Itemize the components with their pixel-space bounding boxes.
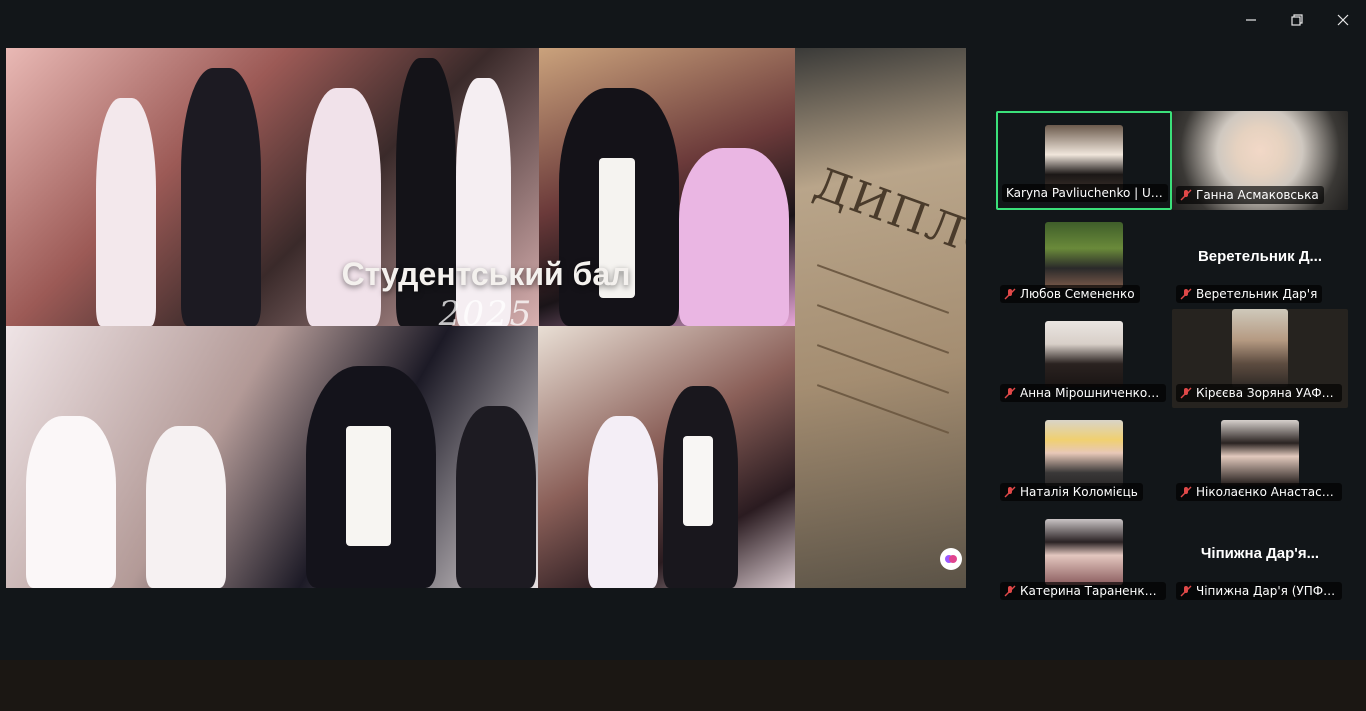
participant-name-label: Ніколаєнко Анастасія у... bbox=[1176, 483, 1342, 501]
participant-tile[interactable]: Веретельник Д... Веретельник Дар'я bbox=[1172, 210, 1348, 309]
ball-photo-pair bbox=[538, 326, 795, 588]
muted-mic-icon bbox=[1180, 585, 1192, 597]
participant-tile[interactable]: Кірєєва Зоряна УАФ-22 bbox=[1172, 309, 1348, 408]
participant-name: Наталія Коломієць bbox=[1020, 485, 1138, 499]
muted-mic-icon bbox=[1004, 387, 1016, 399]
participant-name-label: Karyna Pavliuchenko | UAF-... bbox=[1002, 184, 1168, 202]
participant-video bbox=[1221, 420, 1299, 486]
muted-mic-icon bbox=[1180, 486, 1192, 498]
participant-name: Кірєєва Зоряна УАФ-22 bbox=[1196, 386, 1337, 400]
participant-display-name: Веретельник Д... bbox=[1197, 248, 1323, 265]
participant-video bbox=[1045, 420, 1123, 486]
participant-tile[interactable]: Чіпижна Дар'я... Чіпижна Дар'я (УПФ-24) bbox=[1172, 507, 1348, 606]
participant-name-label: Катерина Тараненко У... bbox=[1000, 582, 1166, 600]
participant-name-label: Анна Мірошниченко У... bbox=[1000, 384, 1166, 402]
participant-name: Веретельник Дар'я bbox=[1196, 287, 1318, 301]
participant-video bbox=[1045, 321, 1123, 387]
brain-icon bbox=[945, 555, 957, 563]
muted-mic-icon bbox=[1180, 288, 1192, 300]
participant-name-label: Наталія Коломієць bbox=[1000, 483, 1143, 501]
participant-video bbox=[1045, 519, 1123, 585]
participant-name-label: Кірєєва Зоряна УАФ-22 bbox=[1176, 384, 1342, 402]
minimize-button[interactable] bbox=[1236, 8, 1266, 32]
participant-tile[interactable]: Анна Мірошниченко У... bbox=[996, 309, 1172, 408]
participant-name: Катерина Тараненко У... bbox=[1020, 584, 1161, 598]
participant-tile[interactable]: Любов Семененко bbox=[996, 210, 1172, 309]
participant-video bbox=[1232, 309, 1288, 387]
shared-screen[interactable]: ДИПЛОМ Студентський бал 2025 bbox=[6, 48, 966, 588]
participant-video bbox=[1045, 125, 1123, 191]
restore-button[interactable] bbox=[1282, 8, 1312, 32]
muted-mic-icon bbox=[1004, 288, 1016, 300]
close-icon bbox=[1337, 14, 1349, 26]
participant-name-label: Любов Семененко bbox=[1000, 285, 1140, 303]
participant-tile[interactable]: Катерина Тараненко У... bbox=[996, 507, 1172, 606]
participant-tile[interactable]: Ганна Асмаковська bbox=[1172, 111, 1348, 210]
participant-name: Karyna Pavliuchenko | UAF-... bbox=[1006, 186, 1163, 200]
restore-icon bbox=[1291, 14, 1303, 26]
participant-name: Любов Семененко bbox=[1020, 287, 1135, 301]
participant-name-label: Ганна Асмаковська bbox=[1176, 186, 1324, 204]
participant-name: Чіпижна Дар'я (УПФ-24) bbox=[1196, 584, 1337, 598]
participant-name: Ніколаєнко Анастасія у... bbox=[1196, 485, 1337, 499]
participant-video bbox=[1045, 222, 1123, 288]
muted-mic-icon bbox=[1004, 486, 1016, 498]
muted-mic-icon bbox=[1180, 189, 1192, 201]
participant-name-label: Веретельник Дар'я bbox=[1176, 285, 1323, 303]
window-titlebar bbox=[0, 0, 1366, 40]
participant-name: Ганна Асмаковська bbox=[1196, 188, 1319, 202]
participant-display-name: Чіпижна Дар'я... bbox=[1200, 545, 1320, 562]
minimize-icon bbox=[1246, 19, 1256, 21]
participant-tile[interactable]: Karyna Pavliuchenko | UAF-... bbox=[996, 111, 1172, 210]
muted-mic-icon bbox=[1004, 585, 1016, 597]
reaction-button[interactable] bbox=[940, 548, 962, 570]
close-button[interactable] bbox=[1328, 8, 1358, 32]
participant-name-label: Чіпижна Дар'я (УПФ-24) bbox=[1176, 582, 1342, 600]
participant-name: Анна Мірошниченко У... bbox=[1020, 386, 1161, 400]
participant-tile[interactable]: Наталія Коломієць bbox=[996, 408, 1172, 507]
ball-photo-dance bbox=[6, 326, 538, 588]
participant-tile[interactable]: Ніколаєнко Анастасія у... bbox=[1172, 408, 1348, 507]
slide-year: 2025 bbox=[438, 294, 534, 334]
muted-mic-icon bbox=[1180, 387, 1192, 399]
slide-title: Студентський бал bbox=[341, 256, 631, 292]
